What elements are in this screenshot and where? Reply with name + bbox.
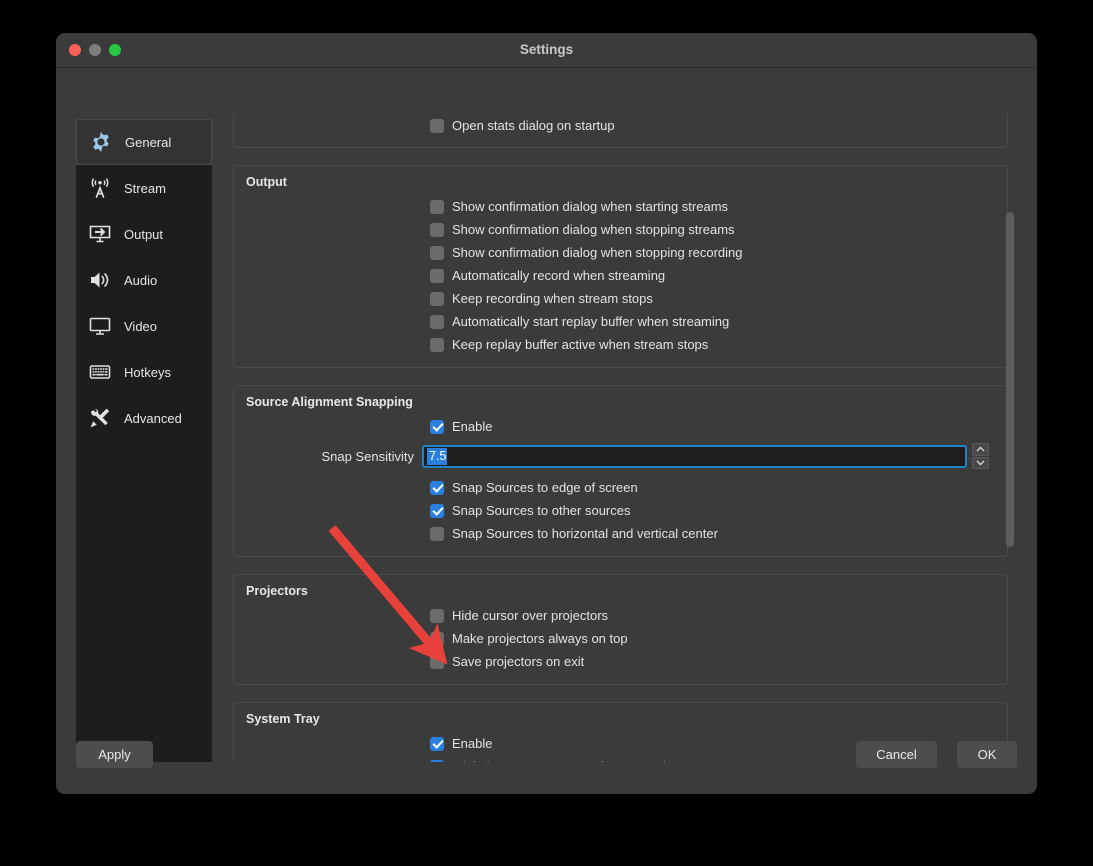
sidebar-item-label: Advanced <box>124 410 182 426</box>
checkbox-save-projectors-on-exit[interactable] <box>430 654 444 669</box>
group-title: Source Alignment Snapping <box>246 395 413 409</box>
group-title: System Tray <box>246 712 320 726</box>
group-source-alignment-snapping: Source Alignment Snapping Enable Snap Se… <box>233 385 1008 557</box>
cancel-button[interactable]: Cancel <box>856 741 937 768</box>
checkbox-automatically-start-replay-buffer[interactable] <box>430 314 444 329</box>
checkbox-label: Show confirmation dialog when stopping r… <box>452 245 743 260</box>
checkbox-make-projectors-always-on-top[interactable] <box>430 631 444 646</box>
snap-sensitivity-row: Snap Sensitivity 7.5 <box>246 441 995 471</box>
checkbox-label: Make projectors always on top <box>452 631 628 646</box>
monitor-arrow-icon <box>87 221 113 247</box>
checkbox-row[interactable]: Snap Sources to horizontal and vertical … <box>246 522 995 545</box>
checkbox-row[interactable]: Snap Sources to other sources <box>246 499 995 522</box>
checkbox-row[interactable]: Automatically start replay buffer when s… <box>246 310 995 333</box>
checkbox-row[interactable]: Keep replay buffer active when stream st… <box>246 333 995 356</box>
checkbox-label: Keep recording when stream stops <box>452 291 653 306</box>
gear-icon <box>88 129 114 155</box>
keyboard-icon <box>87 359 113 385</box>
checkbox-open-stats-dialog-on-startup[interactable] <box>430 118 444 133</box>
speaker-icon <box>87 267 113 293</box>
window-title: Settings <box>519 42 574 57</box>
checkbox-row[interactable]: Save projectors on exit <box>246 650 995 673</box>
checkbox-snap-sources-to-center[interactable] <box>430 526 444 541</box>
sidebar-item-hotkeys[interactable]: Hotkeys <box>76 349 212 395</box>
checkbox-show-confirmation-stopping-streams[interactable] <box>430 222 444 237</box>
checkbox-row[interactable]: Automatically record when streaming <box>246 264 995 287</box>
sidebar-item-label: Audio <box>124 272 158 288</box>
ok-button[interactable]: OK <box>957 741 1017 768</box>
checkbox-label: Open stats dialog on startup <box>452 118 615 133</box>
title-bar: Settings <box>56 33 1037 68</box>
checkbox-row[interactable]: Keep recording when stream stops <box>246 287 995 310</box>
checkbox-snapping-enable[interactable] <box>430 419 444 434</box>
sidebar-item-video[interactable]: Video <box>76 303 212 349</box>
checkbox-label: Automatically record when streaming <box>452 268 666 283</box>
group-general-clipped: Open stats dialog on startup <box>233 114 1008 148</box>
snap-sensitivity-control: 7.5 <box>422 443 995 469</box>
snap-sensitivity-stepper <box>972 443 989 469</box>
monitor-icon <box>87 313 113 339</box>
checkbox-row[interactable]: Open stats dialog on startup <box>246 114 995 137</box>
apply-button[interactable]: Apply <box>76 741 153 768</box>
sidebar-item-label: General <box>125 134 172 150</box>
checkbox-label: Save projectors on exit <box>452 654 585 669</box>
dialog-footer: Apply Cancel OK <box>56 728 1037 794</box>
checkbox-label: Snap Sources to edge of screen <box>452 480 638 495</box>
checkbox-row[interactable]: Enable <box>246 415 995 438</box>
scrollbar-thumb[interactable] <box>1006 212 1014 547</box>
checkbox-snap-sources-to-edge-of-screen[interactable] <box>430 480 444 495</box>
content-scrollbar[interactable] <box>1006 114 1014 762</box>
group-projectors: Projectors Hide cursor over projectors M… <box>233 574 1008 685</box>
group-title: Projectors <box>246 584 308 598</box>
checkbox-keep-replay-buffer-active[interactable] <box>430 337 444 352</box>
sidebar-item-label: Video <box>124 318 158 334</box>
checkbox-show-confirmation-starting-streams[interactable] <box>430 199 444 214</box>
checkbox-row[interactable]: Show confirmation dialog when starting s… <box>246 195 995 218</box>
checkbox-show-confirmation-stopping-recording[interactable] <box>430 245 444 260</box>
checkbox-label: Enable <box>452 419 493 434</box>
settings-window: Settings General Stream Output Audio Vid… <box>56 33 1037 794</box>
window-body: General Stream Output Audio Video Hotkey… <box>56 68 1037 794</box>
checkbox-row[interactable]: Make projectors always on top <box>246 627 995 650</box>
antenna-icon <box>87 175 113 201</box>
settings-sidebar: General Stream Output Audio Video Hotkey… <box>76 119 212 762</box>
snap-sensitivity-value: 7.5 <box>427 447 448 465</box>
sidebar-item-stream[interactable]: Stream <box>76 165 212 211</box>
settings-content: Open stats dialog on startup Output Show… <box>233 114 1008 762</box>
group-output: Output Show confirmation dialog when sta… <box>233 165 1008 368</box>
sidebar-item-advanced[interactable]: Advanced <box>76 395 212 441</box>
sidebar-item-output[interactable]: Output <box>76 211 212 257</box>
snap-sensitivity-input[interactable]: 7.5 <box>422 444 967 468</box>
sidebar-item-label: Stream <box>124 180 166 196</box>
checkbox-label: Hide cursor over projectors <box>452 608 609 623</box>
sidebar-item-label: Hotkeys <box>124 364 171 380</box>
checkbox-snap-sources-to-other-sources[interactable] <box>430 503 444 518</box>
checkbox-keep-recording-when-stream-stops[interactable] <box>430 291 444 306</box>
checkbox-hide-cursor-over-projectors[interactable] <box>430 608 444 623</box>
checkbox-label: Show confirmation dialog when stopping s… <box>452 222 735 237</box>
checkbox-label: Snap Sources to horizontal and vertical … <box>452 526 718 541</box>
checkbox-label: Keep replay buffer active when stream st… <box>452 337 709 352</box>
sidebar-item-label: Output <box>124 226 164 242</box>
checkbox-label: Snap Sources to other sources <box>452 503 631 518</box>
checkbox-row[interactable]: Snap Sources to edge of screen <box>246 476 995 499</box>
sidebar-item-audio[interactable]: Audio <box>76 257 212 303</box>
snap-sensitivity-label: Snap Sensitivity <box>321 448 415 464</box>
checkbox-label: Show confirmation dialog when starting s… <box>452 199 729 214</box>
checkbox-row[interactable]: Hide cursor over projectors <box>246 604 995 627</box>
checkbox-label: Automatically start replay buffer when s… <box>452 314 730 329</box>
group-title: Output <box>246 175 287 189</box>
checkbox-automatically-record-when-streaming[interactable] <box>430 268 444 283</box>
checkbox-row[interactable]: Show confirmation dialog when stopping s… <box>246 218 995 241</box>
stepper-down-button[interactable] <box>972 456 989 469</box>
sidebar-item-general[interactable]: General <box>76 119 212 165</box>
checkbox-row[interactable]: Show confirmation dialog when stopping r… <box>246 241 995 264</box>
tools-icon <box>87 405 113 431</box>
stepper-up-button[interactable] <box>972 443 989 456</box>
